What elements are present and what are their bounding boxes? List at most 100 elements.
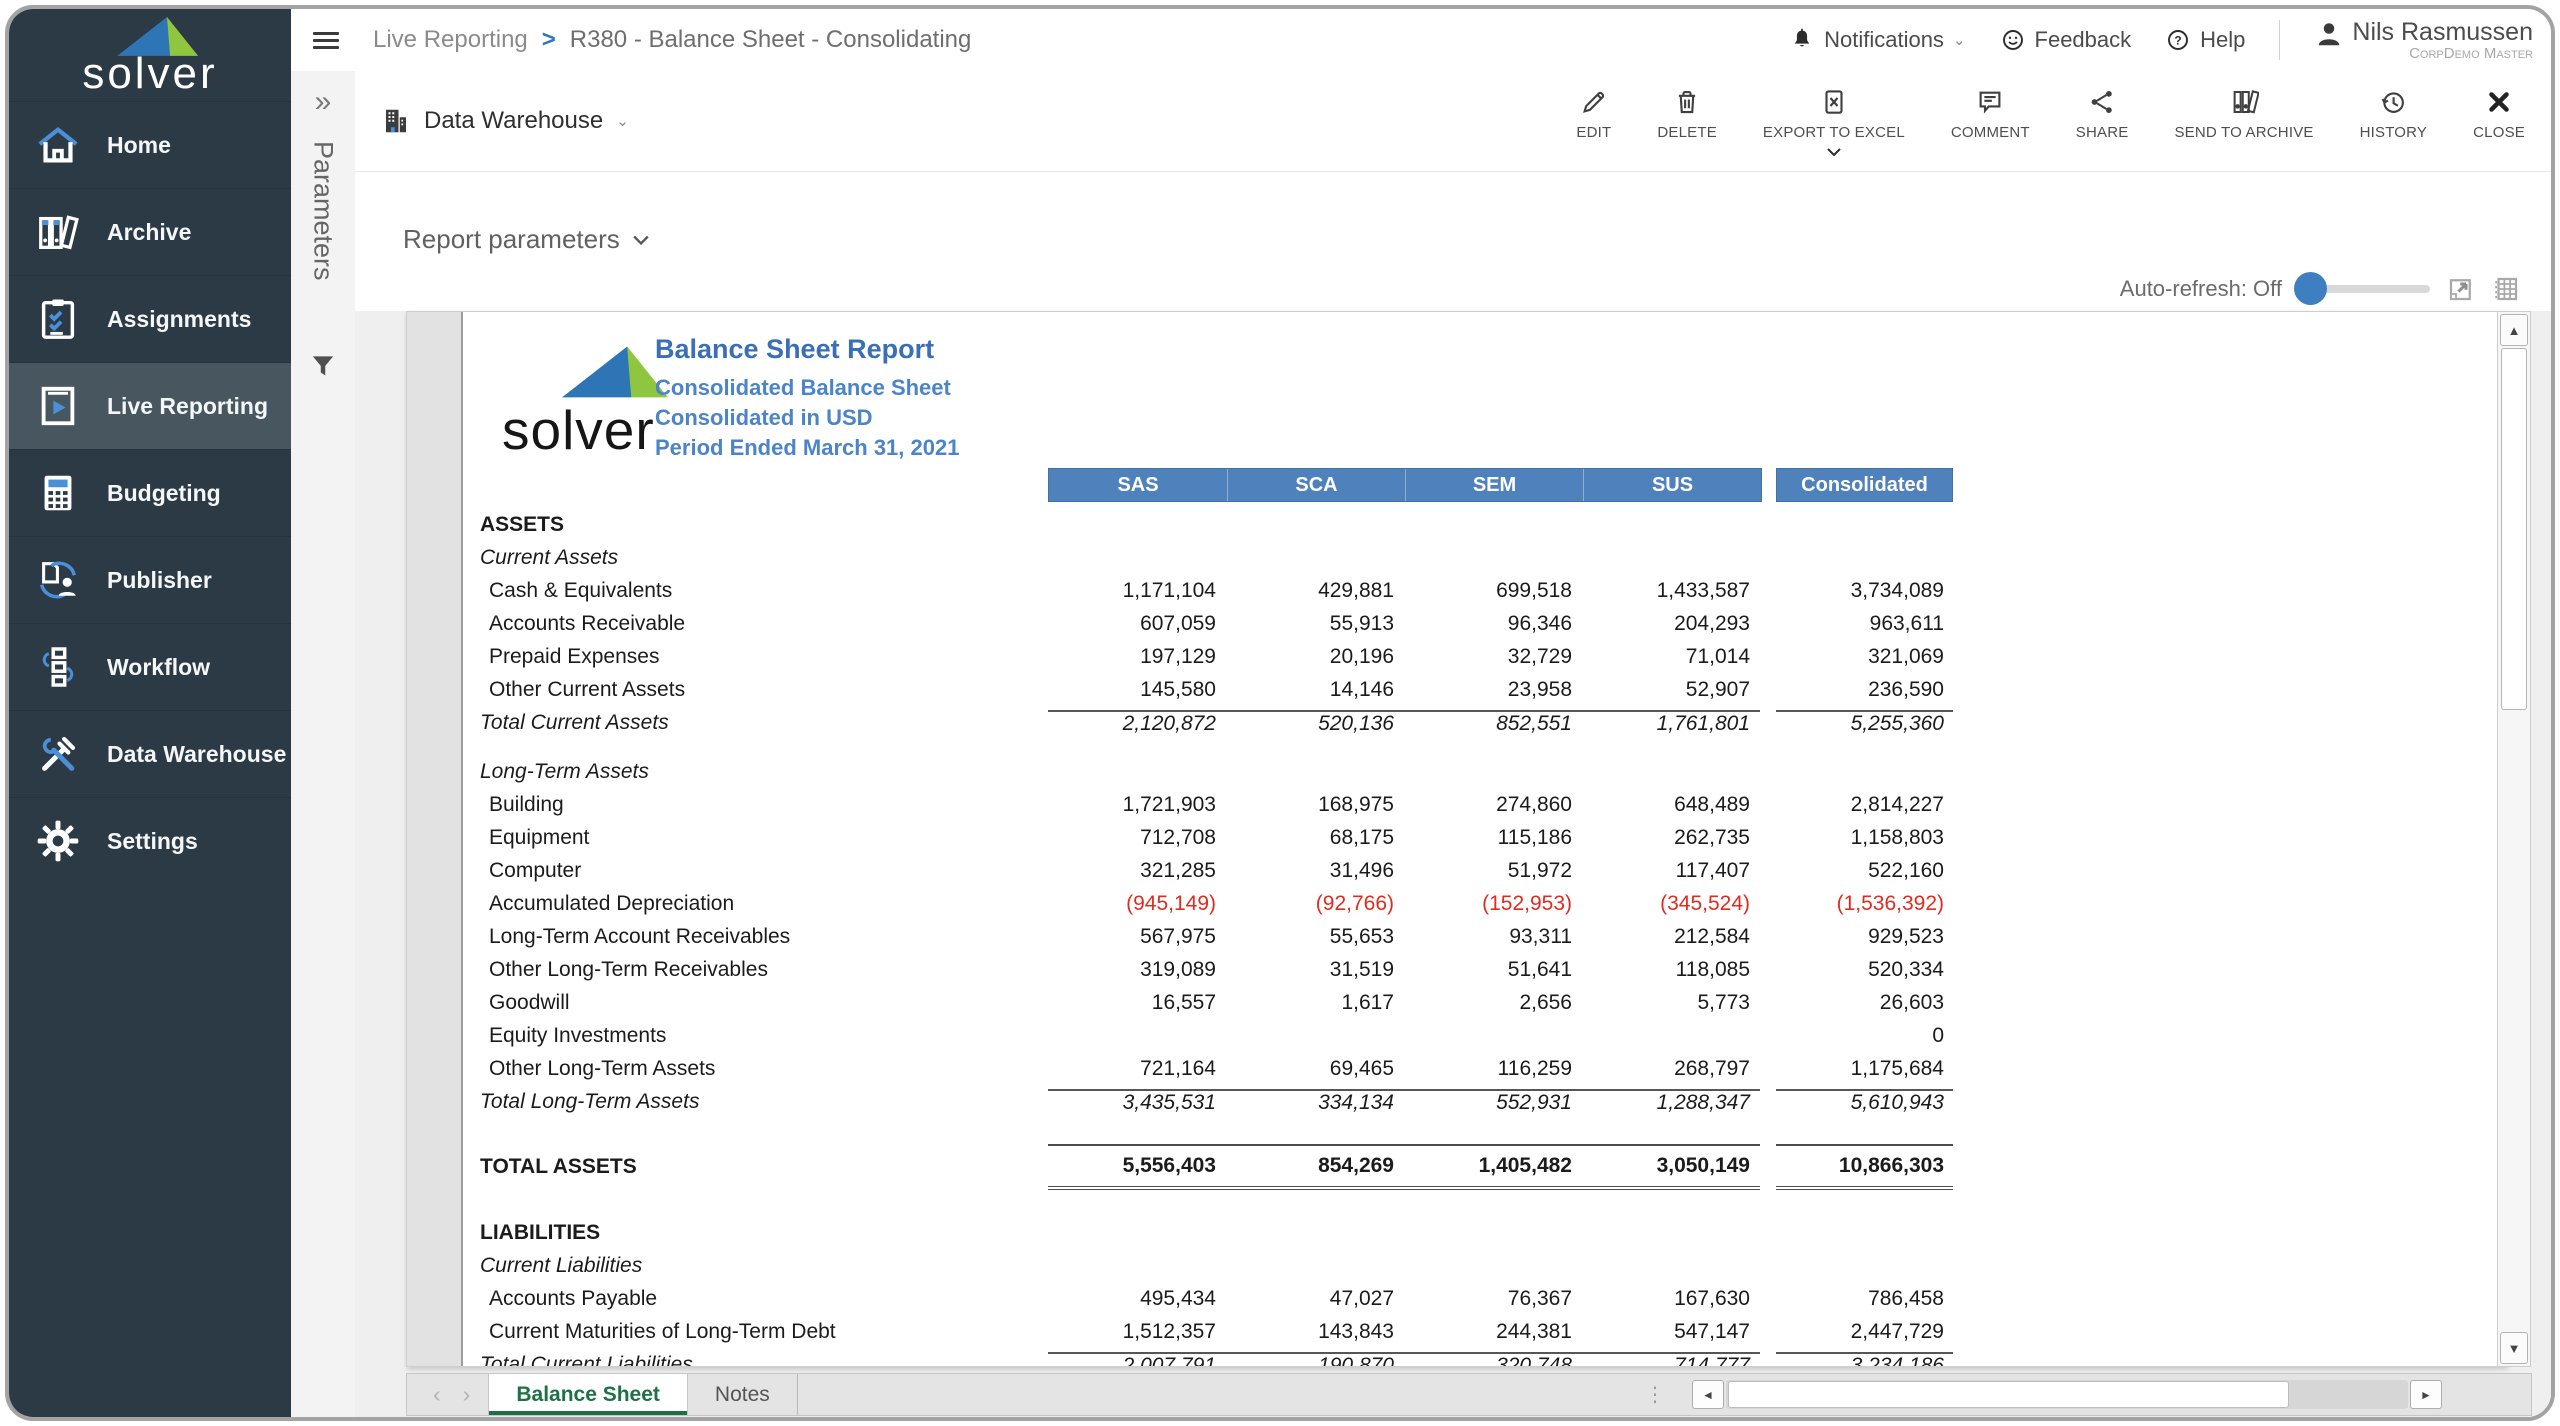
cell-sus: 1,433,587	[1656, 578, 1750, 602]
report-parameters-toggle[interactable]: Report parameters	[403, 224, 649, 255]
data-source-dropdown[interactable]: Data Warehouse ⌄	[381, 106, 629, 136]
close-button[interactable]: CLOSE	[2473, 87, 2525, 156]
breadcrumb-separator: >	[541, 26, 556, 53]
edit-button[interactable]: EDIT	[1576, 87, 1611, 156]
expand-panel-icon[interactable]: »	[315, 85, 332, 119]
feedback-button[interactable]: Feedback	[2000, 27, 2131, 53]
smiley-icon	[2002, 30, 2023, 50]
cell-sem: 274,860	[1496, 792, 1572, 816]
table-row: Total Current Liabilities 2,007,791 190,…	[480, 1348, 1953, 1366]
export-label: EXPORT TO EXCEL	[1762, 123, 1905, 141]
table-icon[interactable]	[2491, 274, 2521, 304]
slider-knob[interactable]	[2294, 272, 2327, 305]
cell-sus: 212,584	[1674, 924, 1750, 948]
sheet-prev-icon[interactable]: ‹	[433, 1381, 441, 1408]
sidebar-item-workflow[interactable]: Workflow	[9, 623, 291, 710]
cell-sas: (945,149)	[1126, 891, 1216, 915]
comment-label: COMMENT	[1950, 123, 2030, 141]
share-icon	[2091, 90, 2112, 113]
table-row: LIABILITIES	[480, 1216, 1953, 1249]
sheet-next-icon[interactable]: ›	[463, 1381, 471, 1408]
cell-sas: 16,557	[1151, 990, 1216, 1014]
breadcrumb-section[interactable]: Live Reporting	[373, 26, 528, 54]
cell-sca: 854,269	[1226, 1144, 1404, 1190]
sidebar-item-assignments[interactable]: Assignments	[9, 275, 291, 362]
send-to-archive-button[interactable]: SEND TO ARCHIVE	[2174, 87, 2313, 156]
cell-sem: 116,259	[1497, 1056, 1572, 1080]
cell-sas: 2,007,791	[1048, 1351, 1226, 1366]
scroll-up-button[interactable]: ▲	[2500, 314, 2528, 346]
table-row: Other Long-Term Assets 721,164 69,465 11…	[480, 1052, 1953, 1085]
cell-sus: 118,085	[1675, 957, 1750, 981]
cell-sca: 20,196	[1329, 644, 1394, 668]
horizontal-scroll-track[interactable]	[1726, 1380, 2408, 1409]
delete-button[interactable]: DELETE	[1657, 87, 1717, 156]
vertical-scrollbar[interactable]: ▲ ▼	[2497, 311, 2531, 1367]
sidebar-item-live-reporting[interactable]: Live Reporting	[9, 362, 291, 449]
cell-sus: 714,777	[1582, 1351, 1760, 1366]
page-margin	[407, 312, 463, 1366]
notifications-button[interactable]: Notifications ⌄	[1789, 27, 1966, 53]
cell-consolidated: 236,590	[1868, 677, 1944, 701]
sidebar-item-home[interactable]: Home	[9, 101, 291, 188]
help-button[interactable]: ? Help	[2165, 27, 2245, 53]
table-row: Current Maturities of Long-Term Debt 1,5…	[480, 1315, 1953, 1348]
tools-icon	[42, 736, 76, 771]
sidebar-item-label: Data Warehouse	[107, 740, 287, 767]
history-button[interactable]: HISTORY	[2360, 87, 2428, 156]
cell-sas: 1,171,104	[1122, 578, 1216, 602]
table-row	[480, 1118, 1953, 1144]
vertical-scroll-thumb[interactable]	[2501, 348, 2527, 710]
svg-text:?: ?	[2175, 33, 2182, 47]
table-row: Prepaid Expenses 197,129 20,196 32,729 7…	[480, 640, 1953, 673]
funnel-icon[interactable]	[310, 353, 337, 380]
trash-icon	[1679, 90, 1696, 113]
scroll-left-button[interactable]: ◄	[1692, 1380, 1724, 1409]
report-title: Balance Sheet Report	[655, 334, 935, 364]
binders-icon	[2233, 89, 2260, 113]
cell-sca: 190,870	[1226, 1351, 1404, 1366]
sidebar-item-data-warehouse[interactable]: Data Warehouse	[9, 710, 291, 797]
parameters-panel-title[interactable]: Parameters	[308, 141, 339, 281]
scroll-right-button[interactable]: ►	[2410, 1380, 2442, 1409]
user-menu[interactable]: Nils Rasmussen CorpDemo Master	[2314, 19, 2533, 62]
expand-icon[interactable]	[2446, 274, 2476, 304]
row-label: Long-Term Assets	[480, 759, 649, 783]
share-button[interactable]: SHARE	[2076, 87, 2129, 156]
cell-sas: 1,512,357	[1122, 1319, 1216, 1343]
export-to-excel-button[interactable]: EXPORT TO EXCEL	[1763, 87, 1905, 156]
chevron-down-icon	[1827, 147, 1841, 156]
row-label: Current Maturities of Long-Term Debt	[489, 1319, 836, 1343]
sidebar-item-archive[interactable]: Archive	[9, 188, 291, 275]
scroll-down-button[interactable]: ▼	[2500, 1332, 2528, 1364]
cell-sas: 1,721,903	[1122, 792, 1216, 816]
comment-button[interactable]: COMMENT	[1951, 87, 2030, 156]
table-row: Building 1,721,903 168,975 274,860 648,4…	[480, 788, 1953, 821]
table-row: Current Liabilities	[480, 1249, 1953, 1282]
cell-sem: 1,405,482	[1404, 1144, 1582, 1190]
sidebar-item-settings[interactable]: Settings	[9, 797, 291, 884]
sidebar-item-budgeting[interactable]: Budgeting	[9, 449, 291, 536]
cell-sus: 262,735	[1674, 825, 1750, 849]
splitter-handle-icon[interactable]: ⋮	[1645, 1374, 1665, 1415]
cell-sas: 712,708	[1140, 825, 1216, 849]
sidebar-item-label: Live Reporting	[107, 392, 269, 419]
cell-sca: 168,975	[1318, 792, 1394, 816]
row-label: Accounts Receivable	[489, 611, 686, 635]
autorefresh-slider[interactable]	[2294, 272, 2430, 305]
sidebar-item-publisher[interactable]: Publisher	[9, 536, 291, 623]
menu-icon[interactable]	[313, 28, 339, 53]
cell-sus: 3,050,149	[1582, 1144, 1760, 1190]
table-row	[480, 739, 1953, 755]
report-logo-text: solver	[502, 399, 655, 461]
comment-icon	[1979, 91, 2001, 114]
row-label: Current Assets	[480, 545, 619, 569]
horizontal-scrollbar[interactable]: ◄ ►	[1692, 1380, 2442, 1409]
cell-sas: 721,164	[1140, 1056, 1216, 1080]
cell-sas: 495,434	[1140, 1286, 1216, 1310]
horizontal-scroll-thumb[interactable]	[1728, 1381, 2290, 1408]
tab-balance-sheet[interactable]: Balance Sheet	[488, 1374, 688, 1415]
topbar-divider	[2279, 20, 2281, 60]
tab-notes[interactable]: Notes	[688, 1374, 798, 1415]
toolbar-actions: EDIT DELETE EXPORT TO EXCEL COMMENT SHAR…	[1576, 87, 2525, 156]
